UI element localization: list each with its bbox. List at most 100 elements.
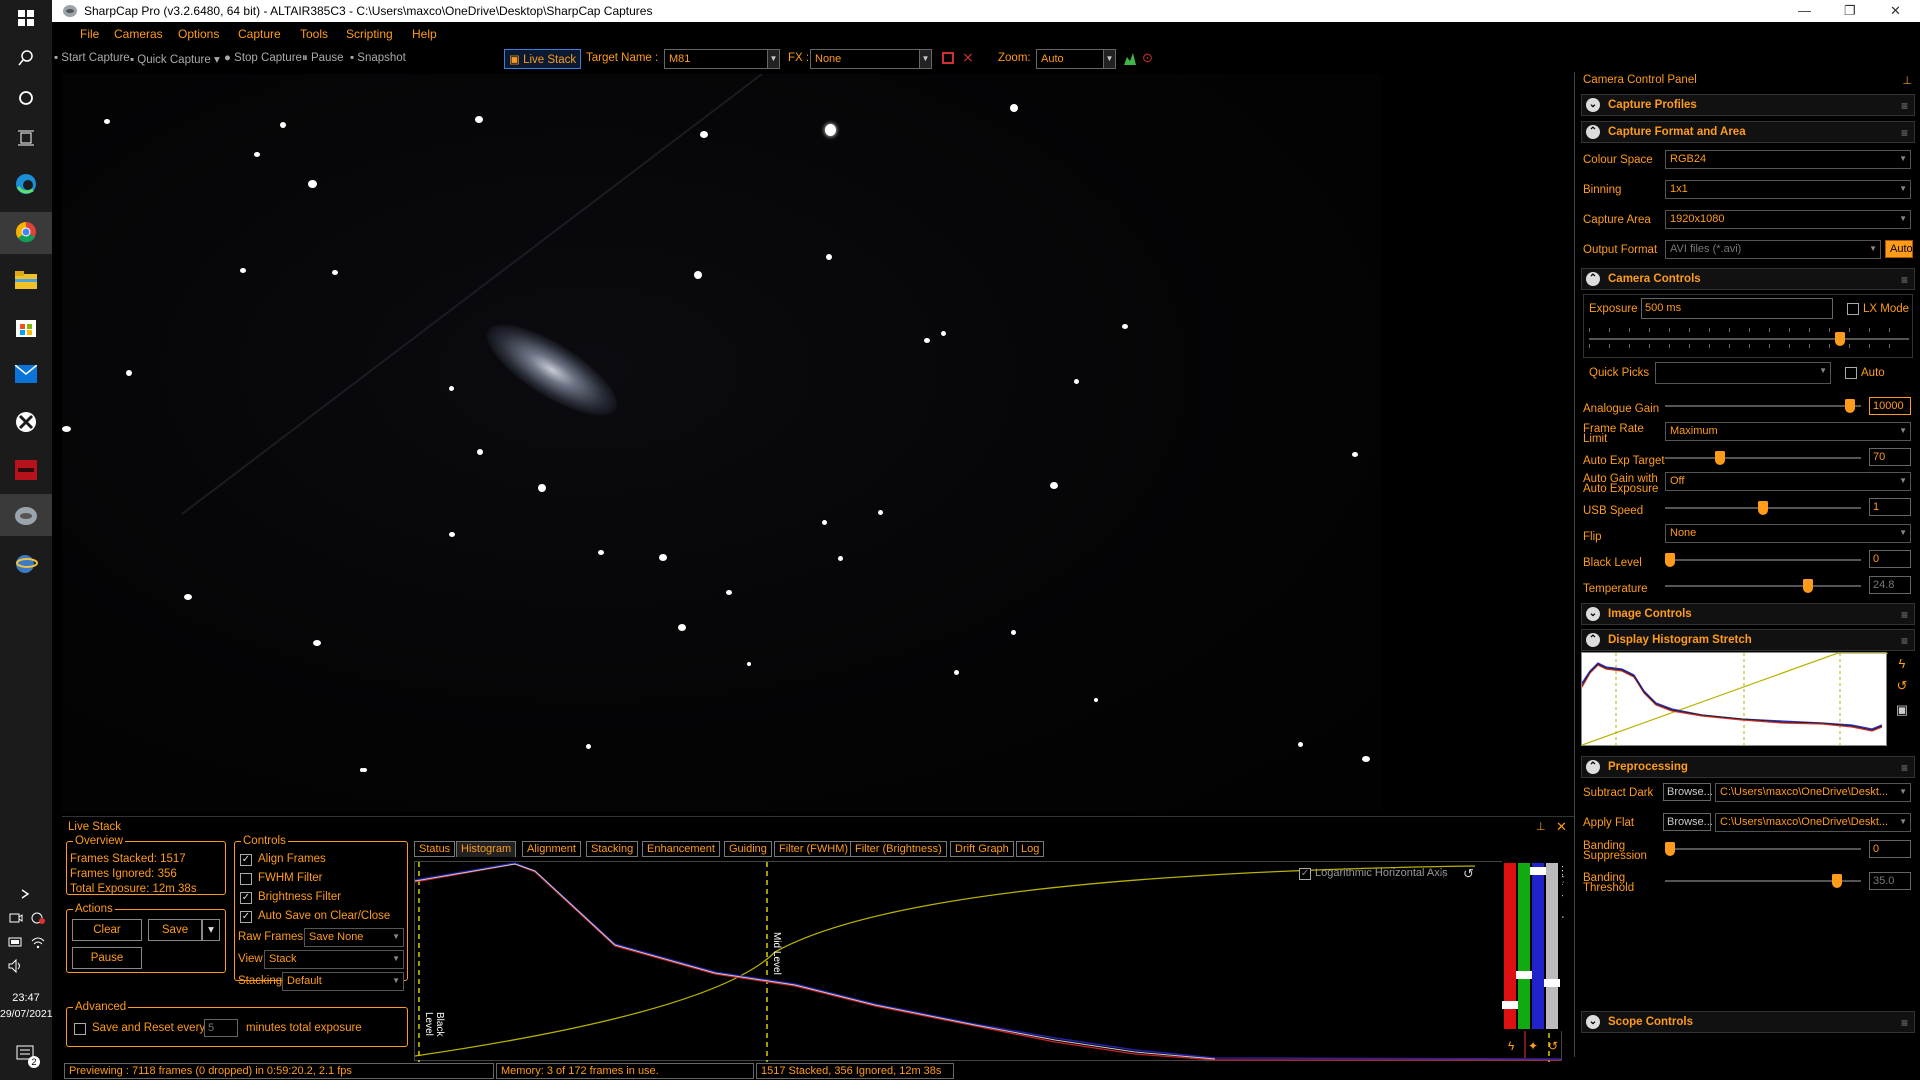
battery-icon[interactable] (4, 930, 28, 954)
menu-icon[interactable]: ≡ (1901, 1016, 1908, 1030)
menu-icon[interactable]: ≡ (1901, 273, 1908, 287)
usb-speed-slider-thumb[interactable] (1758, 501, 1768, 515)
black-level-slider-track[interactable] (1665, 559, 1861, 561)
output-format-select[interactable]: AVI files (*.avi) ▼ (1665, 240, 1881, 259)
tab-log[interactable]: Log (1016, 841, 1045, 857)
red-level-thumb[interactable] (1502, 1001, 1518, 1009)
banding-threshold-slider-thumb[interactable] (1832, 874, 1843, 888)
menu-options[interactable]: Options (178, 27, 219, 41)
auto-exp-target-slider-thumb[interactable] (1715, 451, 1726, 465)
luminance-level-thumb[interactable] (1544, 979, 1560, 987)
menu-file[interactable]: File (80, 27, 99, 41)
banding-suppression-slider-track[interactable] (1665, 848, 1861, 850)
chevron-down-icon[interactable]: ⌄ (1586, 607, 1600, 621)
auto-stretch-icon[interactable]: ϟ (1439, 866, 1446, 881)
auto-exp-target-slider-track[interactable] (1665, 457, 1861, 459)
menu-cameras[interactable]: Cameras (114, 27, 163, 41)
snapshot-button[interactable]: ▪ Snapshot (350, 52, 406, 64)
menu-icon[interactable]: ≡ (1901, 126, 1908, 140)
colour-space-select[interactable]: RGB24 ▼ (1665, 150, 1911, 169)
dropdown-arrow-icon[interactable]: ▼ (919, 50, 931, 68)
subtract-dark-select[interactable]: C:\Users\maxco\OneDrive\Deskt... ▼ (1715, 783, 1911, 802)
xbox-icon[interactable] (14, 410, 38, 434)
apply-flat-browse-button[interactable]: Browse... (1663, 813, 1713, 831)
mic-muted-icon[interactable] (26, 906, 50, 930)
chevron-down-icon[interactable]: ⌄ (1586, 98, 1600, 112)
tab-alignment[interactable]: Alignment (522, 841, 581, 857)
clock-time[interactable]: 23:47 (0, 992, 52, 1004)
minimize-button[interactable]: — (1798, 3, 1811, 18)
quick-picks-auto-checkbox[interactable] (1845, 367, 1857, 379)
menu-tools[interactable]: Tools (300, 27, 328, 41)
focus-assist-icon[interactable]: ⊙ (1142, 50, 1153, 66)
tab-histogram[interactable]: Histogram (456, 841, 517, 857)
banding-suppression-slider-thumb[interactable] (1665, 842, 1675, 856)
exposure-slider-track[interactable] (1589, 338, 1909, 340)
sharpcap-icon[interactable] (14, 504, 38, 528)
menu-help[interactable]: Help (412, 27, 437, 41)
save-button[interactable]: Save (148, 919, 202, 941)
align-frames-checkbox[interactable]: ✓ (240, 854, 252, 866)
section-image-controls[interactable]: ⌄ Image Controls ≡ (1581, 603, 1915, 625)
menu-scripting[interactable]: Scripting (346, 27, 393, 41)
tab-guiding[interactable]: Guiding (724, 841, 772, 857)
fwhm-filter-checkbox[interactable] (240, 873, 252, 885)
notifications-icon[interactable]: 2 (14, 1042, 40, 1068)
chevron-up-icon[interactable]: ⌃ (1586, 633, 1600, 647)
pin-icon[interactable]: ⊥ (1536, 820, 1546, 833)
close-icon[interactable]: ✕ (1556, 819, 1567, 835)
section-capture-profiles[interactable]: ⌄ Capture Profiles ≡ (1581, 94, 1915, 116)
clock-date[interactable]: 29/07/2021 (0, 1008, 53, 1020)
edge-icon[interactable] (14, 172, 38, 196)
mail-icon[interactable] (14, 362, 38, 386)
tab-status[interactable]: Status (414, 841, 456, 857)
flip-select[interactable]: None ▼ (1665, 524, 1911, 543)
auto-levels-icon[interactable]: ϟ (1508, 1039, 1514, 1053)
view-select[interactable]: Stack ▼ (264, 950, 404, 969)
display-histogram-graph[interactable] (1581, 652, 1888, 747)
cortana-icon[interactable] (14, 86, 38, 110)
frame-rate-select[interactable]: Maximum ▼ (1665, 422, 1911, 441)
analogue-gain-input[interactable]: 10000 (1869, 397, 1911, 415)
stacking-select[interactable]: Default ▼ (282, 972, 404, 991)
histogram-icon[interactable] (1124, 51, 1138, 68)
blue-level-thumb[interactable] (1530, 867, 1546, 875)
black-level-input[interactable]: 0 (1869, 550, 1911, 568)
clear-button[interactable]: Clear (72, 919, 142, 941)
blue-level-bar[interactable] (1532, 863, 1544, 1029)
capture-area-select[interactable]: 1920x1080 ▼ (1665, 210, 1911, 229)
tab-filter-fwhm[interactable]: Filter (FWHM) (774, 841, 854, 857)
dropdown-arrow-icon[interactable]: ▾ (214, 54, 220, 66)
reset-icon[interactable]: ↺ (1463, 866, 1474, 882)
lx-mode-checkbox[interactable] (1847, 303, 1859, 315)
dropdown-arrow-icon[interactable]: ▼ (1103, 50, 1115, 68)
auto-gain-select[interactable]: Off ▼ (1665, 472, 1911, 491)
tab-stacking[interactable]: Stacking (586, 841, 639, 857)
output-format-auto-button[interactable]: Auto (1885, 240, 1913, 258)
pause-stack-button[interactable]: Pause (72, 947, 142, 969)
task-view-icon[interactable] (14, 126, 38, 150)
live-stack-button[interactable]: ▣ Live Stack (504, 49, 582, 69)
analogue-gain-slider-thumb[interactable] (1845, 399, 1856, 413)
exposure-input[interactable]: 500 ms (1641, 298, 1833, 319)
section-display-histogram[interactable]: ⌃ Display Histogram Stretch ≡ (1581, 629, 1915, 651)
save-reset-minutes-input[interactable]: 5 (204, 1019, 238, 1037)
store-icon[interactable] (14, 314, 38, 338)
tab-filter-brightness[interactable]: Filter (Brightness) (850, 841, 947, 857)
chevron-up-icon[interactable] (14, 882, 38, 906)
banding-threshold-input[interactable]: 35.0 (1869, 872, 1911, 890)
save-dropdown-icon[interactable]: ▾ (202, 919, 220, 941)
quick-picks-select[interactable]: ▼ (1655, 362, 1831, 384)
tab-drift-graph[interactable]: Drift Graph (950, 841, 1014, 857)
target-name-combo[interactable]: M81 ▼ (664, 49, 780, 69)
temperature-slider-thumb[interactable] (1802, 579, 1813, 593)
save-icon[interactable]: ▣ (1893, 702, 1911, 720)
temperature-slider-track[interactable] (1665, 585, 1861, 587)
save-reset-checkbox[interactable] (74, 1023, 86, 1035)
stop-capture-button[interactable]: ● Stop Capture (224, 52, 302, 64)
reset-icon[interactable]: ↺ (1893, 678, 1911, 696)
app-red-icon[interactable] (14, 458, 38, 482)
astro-app-icon[interactable] (14, 552, 38, 576)
pause-button[interactable]: ⏸ Pause (302, 52, 344, 65)
pin-icon[interactable]: ⊥ (1902, 74, 1912, 87)
